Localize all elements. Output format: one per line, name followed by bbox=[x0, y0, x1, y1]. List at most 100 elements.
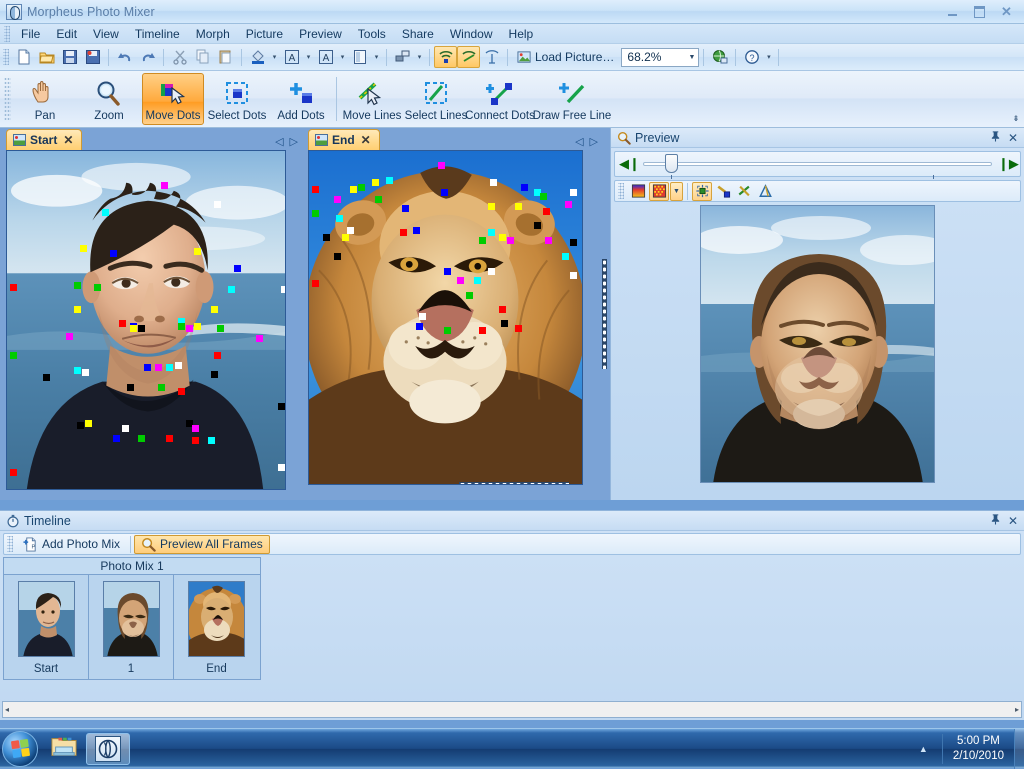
morph-dot[interactable] bbox=[372, 179, 379, 186]
help-icon[interactable]: ? bbox=[740, 46, 763, 68]
menu-item-preview[interactable]: Preview bbox=[291, 25, 350, 43]
preview-image-container[interactable] bbox=[611, 205, 1024, 500]
morph-dot[interactable] bbox=[479, 237, 486, 244]
morph-dot[interactable] bbox=[438, 162, 445, 169]
morph-dot[interactable] bbox=[10, 352, 17, 359]
tab-next-icon[interactable]: ▷ bbox=[290, 135, 298, 148]
morph-dot[interactable] bbox=[158, 384, 165, 391]
morph-dot[interactable] bbox=[144, 364, 151, 371]
network-dropdown-icon[interactable]: ▾ bbox=[414, 46, 425, 68]
timeline-horizontal-scrollbar[interactable]: ◂ ▸ bbox=[2, 701, 1022, 718]
explorer-icon[interactable] bbox=[50, 734, 78, 763]
text-a2-dropdown-icon[interactable]: ▾ bbox=[337, 46, 348, 68]
morph-dot[interactable] bbox=[342, 234, 349, 241]
tray-expand-icon[interactable]: ▲ bbox=[919, 744, 928, 754]
show-lines-icon[interactable] bbox=[734, 182, 754, 201]
morpheus-taskbar-button[interactable] bbox=[86, 733, 130, 765]
scroll-left-icon[interactable]: ◂ bbox=[5, 705, 9, 714]
morph-dot[interactable] bbox=[444, 268, 451, 275]
morph-dot[interactable] bbox=[375, 196, 382, 203]
morph-dot[interactable] bbox=[94, 284, 101, 291]
morph-dot[interactable] bbox=[208, 437, 215, 444]
morph-warp-icon[interactable] bbox=[434, 46, 457, 68]
taskbar-clock[interactable]: 5:00 PM 2/10/2010 bbox=[942, 734, 1014, 764]
morph-dot[interactable] bbox=[488, 203, 495, 210]
morph-dot[interactable] bbox=[479, 327, 486, 334]
morph-dot[interactable] bbox=[474, 277, 481, 284]
morph-dot[interactable] bbox=[175, 362, 182, 369]
timeline-frame-end[interactable]: End bbox=[174, 575, 259, 679]
morph-dot[interactable] bbox=[127, 384, 134, 391]
canvas-start[interactable] bbox=[6, 150, 286, 490]
morph-dot[interactable] bbox=[256, 335, 263, 342]
close-button[interactable]: ✕ bbox=[993, 3, 1020, 22]
copy-icon[interactable] bbox=[191, 46, 214, 68]
morph-dot[interactable] bbox=[278, 464, 285, 471]
morph-dot[interactable] bbox=[186, 325, 193, 332]
morph-dot[interactable] bbox=[113, 435, 120, 442]
morph-transition-icon[interactable] bbox=[480, 46, 503, 68]
morph-dot[interactable] bbox=[312, 186, 319, 193]
tool-select-dots[interactable]: Select Dots bbox=[206, 73, 268, 125]
menu-item-file[interactable]: File bbox=[13, 25, 48, 43]
show-triangles-icon[interactable] bbox=[755, 182, 775, 201]
tool-move-lines[interactable]: Move Lines bbox=[341, 73, 403, 125]
morph-dot[interactable] bbox=[402, 205, 409, 212]
morph-dot[interactable] bbox=[350, 186, 357, 193]
morph-dot[interactable] bbox=[192, 437, 199, 444]
morph-dot[interactable] bbox=[214, 201, 221, 208]
fill-color-icon[interactable] bbox=[246, 46, 269, 68]
menu-item-tools[interactable]: Tools bbox=[350, 25, 394, 43]
morph-dot[interactable] bbox=[416, 323, 423, 330]
morph-dot[interactable] bbox=[540, 193, 547, 200]
morph-dot[interactable] bbox=[400, 229, 407, 236]
morph-dot[interactable] bbox=[178, 388, 185, 395]
morph-dot[interactable] bbox=[82, 369, 89, 376]
morph-dot[interactable] bbox=[217, 325, 224, 332]
morph-dot[interactable] bbox=[499, 234, 506, 241]
tool-add-dots[interactable]: Add Dots bbox=[270, 73, 332, 125]
border-icon[interactable] bbox=[348, 46, 371, 68]
morph-dot[interactable] bbox=[570, 189, 577, 196]
morph-dot[interactable] bbox=[122, 425, 129, 432]
morph-dot[interactable] bbox=[336, 215, 343, 222]
preview-panel-close-icon[interactable]: ✕ bbox=[1006, 131, 1020, 145]
morph-dot[interactable] bbox=[211, 371, 218, 378]
tab-prev-icon[interactable]: ◁ bbox=[575, 135, 583, 148]
control-dots-end[interactable] bbox=[309, 151, 582, 484]
save-as-icon[interactable] bbox=[81, 46, 104, 68]
timeline-toolbar-grip-icon[interactable] bbox=[7, 536, 13, 552]
morph-dot[interactable] bbox=[194, 248, 201, 255]
toolbar-grip-icon[interactable] bbox=[3, 49, 9, 65]
menu-item-share[interactable]: Share bbox=[394, 25, 442, 43]
morph-dot[interactable] bbox=[138, 435, 145, 442]
tools-toolbar-grip-icon[interactable] bbox=[4, 77, 11, 121]
morph-dot[interactable] bbox=[507, 237, 514, 244]
globe-icon[interactable] bbox=[708, 46, 731, 68]
load-picture-button[interactable]: Load Picture… bbox=[512, 46, 619, 68]
tool-pan[interactable]: Pan bbox=[14, 73, 76, 125]
morph-dot[interactable] bbox=[466, 292, 473, 299]
border-dropdown-icon[interactable]: ▾ bbox=[371, 46, 382, 68]
morph-dot[interactable] bbox=[74, 306, 81, 313]
morph-dot[interactable] bbox=[228, 286, 235, 293]
morph-dot[interactable] bbox=[155, 364, 162, 371]
morph-dot[interactable] bbox=[441, 189, 448, 196]
timeline-frame-start[interactable]: Start bbox=[4, 575, 89, 679]
morph-dot[interactable] bbox=[457, 277, 464, 284]
morph-dot[interactable] bbox=[110, 250, 117, 257]
morph-dot[interactable] bbox=[214, 352, 221, 359]
menu-item-help[interactable]: Help bbox=[501, 25, 542, 43]
morph-dot[interactable] bbox=[386, 177, 393, 184]
morph-dot[interactable] bbox=[312, 210, 319, 217]
chevron-down-icon[interactable]: ▼ bbox=[688, 54, 695, 61]
morph-dot[interactable] bbox=[85, 420, 92, 427]
morph-dot[interactable] bbox=[178, 323, 185, 330]
morph-dot[interactable] bbox=[102, 209, 109, 216]
morph-dot[interactable] bbox=[166, 364, 173, 371]
morph-dot[interactable] bbox=[488, 268, 495, 275]
tool-draw-free-line[interactable]: Draw Free Line bbox=[533, 73, 611, 125]
text-a2-icon[interactable]: A bbox=[314, 46, 337, 68]
menu-item-timeline[interactable]: Timeline bbox=[127, 25, 188, 43]
morph-dot[interactable] bbox=[278, 403, 285, 410]
